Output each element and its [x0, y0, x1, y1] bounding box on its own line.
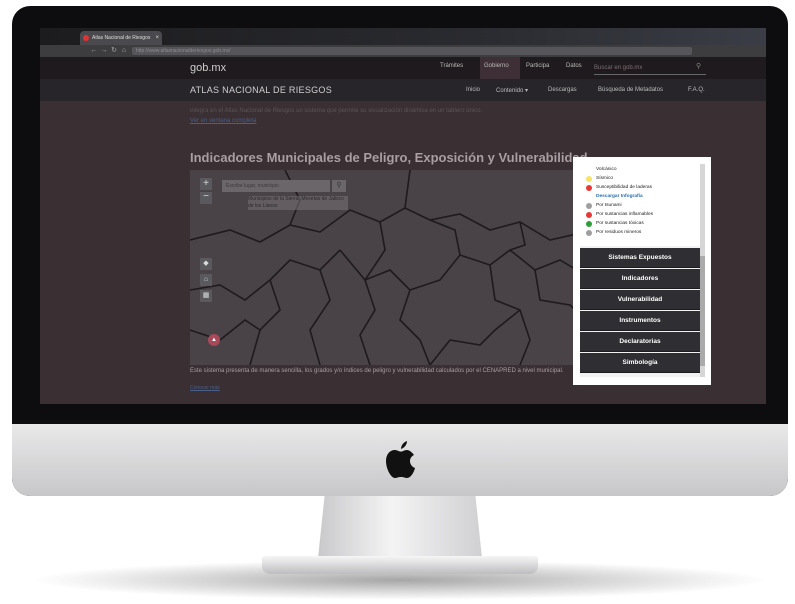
address-input[interactable]: http://www.atlasnacionalderiesgos.gob.mx…	[132, 47, 692, 55]
menu-vulnerabilidad[interactable]: Vulnerabilidad	[580, 290, 700, 310]
nav-descargas[interactable]: Descargas	[548, 87, 577, 93]
menu-simbologia[interactable]: Simbología	[580, 353, 700, 373]
intro-text: integra en el Atlas Nacional de Riesgos …	[190, 108, 483, 114]
search-icon[interactable]: ⚲	[696, 62, 701, 70]
nav-datos[interactable]: Datos	[566, 63, 582, 69]
download-infographic-link[interactable]: Descargar Infografía	[584, 193, 643, 201]
apple-logo-icon	[386, 441, 415, 478]
legend-dot	[586, 185, 592, 191]
home-icon[interactable]: ⌂	[200, 274, 212, 286]
legend-dot	[586, 203, 592, 209]
highlighted-panel: Volcánico Sísmico Susceptibilidad de lad…	[573, 157, 711, 385]
legend-item[interactable]: Sísmico	[584, 175, 613, 183]
legend-item[interactable]: Susceptibilidad de laderas	[584, 184, 652, 192]
legend-item[interactable]: Volcánico	[584, 166, 617, 174]
back-icon[interactable]: ←	[90, 47, 98, 55]
legend-item[interactable]: Por sustancias tóxicas	[584, 220, 644, 228]
monitor-stand-neck	[318, 496, 482, 558]
nav-metadatos[interactable]: Búsqueda de Metadatos	[598, 87, 663, 93]
legend-item[interactable]: Por residuos mineros	[584, 229, 641, 237]
browser-url-bar: ← → ↻ ⌂ http://www.atlasnacionalderiesgo…	[40, 45, 766, 57]
map-viewer[interactable]: + − Escribe lugar, municipio ⚲ Municipio…	[190, 170, 585, 365]
compass-icon[interactable]: ▲	[208, 334, 220, 346]
monitor-stand-base	[262, 556, 538, 574]
legend: Volcánico Sísmico Susceptibilidad de lad…	[580, 164, 700, 246]
map-search-input[interactable]: Escribe lugar, municipio	[222, 180, 330, 192]
more-link[interactable]: Conocer más	[190, 385, 220, 391]
nav-contenido[interactable]: Contenido ▾	[496, 87, 528, 94]
nav-participa[interactable]: Participa	[526, 63, 549, 69]
legend-dot	[586, 167, 592, 173]
disclaimer-text: Este sistema presenta de manera sencilla…	[190, 368, 564, 374]
home-icon[interactable]: ⌂	[120, 47, 128, 55]
legend-dot	[586, 212, 592, 218]
browser-tab[interactable]: Atlas Nacional de Riesgos ×	[80, 31, 162, 45]
region-label: Municipios de la Sierra, Mesetas de Jali…	[248, 196, 348, 210]
nav-faq[interactable]: F.A.Q.	[688, 87, 705, 93]
gob-search-input[interactable]: Buscar en gob.mx	[594, 62, 706, 75]
menu-instrumentos[interactable]: Instrumentos	[580, 311, 700, 331]
zoom-out-button[interactable]: −	[200, 192, 212, 204]
site-title[interactable]: ATLAS NACIONAL DE RIESGOS	[190, 85, 332, 95]
layers-icon[interactable]: ◆	[200, 258, 212, 270]
gob-logo[interactable]: gob.mx	[190, 62, 226, 74]
grid-icon[interactable]: ▦	[200, 290, 212, 302]
site-header: ATLAS NACIONAL DE RIESGOS Inicio Conteni…	[40, 79, 766, 101]
forward-icon[interactable]: →	[100, 47, 108, 55]
favicon-icon	[83, 35, 89, 41]
menu-declaratorias[interactable]: Declaratorias	[580, 332, 700, 352]
nav-tramites[interactable]: Trámites	[440, 63, 463, 69]
browser-tab-bar: Atlas Nacional de Riesgos ×	[40, 28, 766, 45]
menu-sistemas-expuestos[interactable]: Sistemas Expuestos	[580, 248, 700, 268]
legend-dot	[586, 221, 592, 227]
search-icon[interactable]: ⚲	[332, 180, 346, 192]
zoom-in-button[interactable]: +	[200, 178, 212, 190]
fullscreen-link[interactable]: Ver en ventana completa	[190, 118, 256, 124]
scrollbar-thumb[interactable]	[700, 256, 705, 366]
legend-item[interactable]: Por sustancias inflamables	[584, 211, 653, 219]
layer-panel: Volcánico Sísmico Susceptibilidad de lad…	[580, 164, 705, 377]
legend-item[interactable]: Por tsunami	[584, 202, 622, 210]
page-heading: Indicadores Municipales de Peligro, Expo…	[190, 150, 588, 165]
reload-icon[interactable]: ↻	[110, 47, 118, 55]
legend-dot	[586, 230, 592, 236]
tab-title: Atlas Nacional de Riesgos	[92, 35, 151, 41]
nav-inicio[interactable]: Inicio	[466, 87, 480, 93]
menu-indicadores[interactable]: Indicadores	[580, 269, 700, 289]
close-icon[interactable]: ×	[155, 31, 159, 45]
nav-gobierno[interactable]: Gobierno	[484, 63, 509, 69]
legend-dot	[586, 176, 592, 182]
gob-header: gob.mx Trámites Gobierno Participa Datos…	[40, 57, 766, 79]
